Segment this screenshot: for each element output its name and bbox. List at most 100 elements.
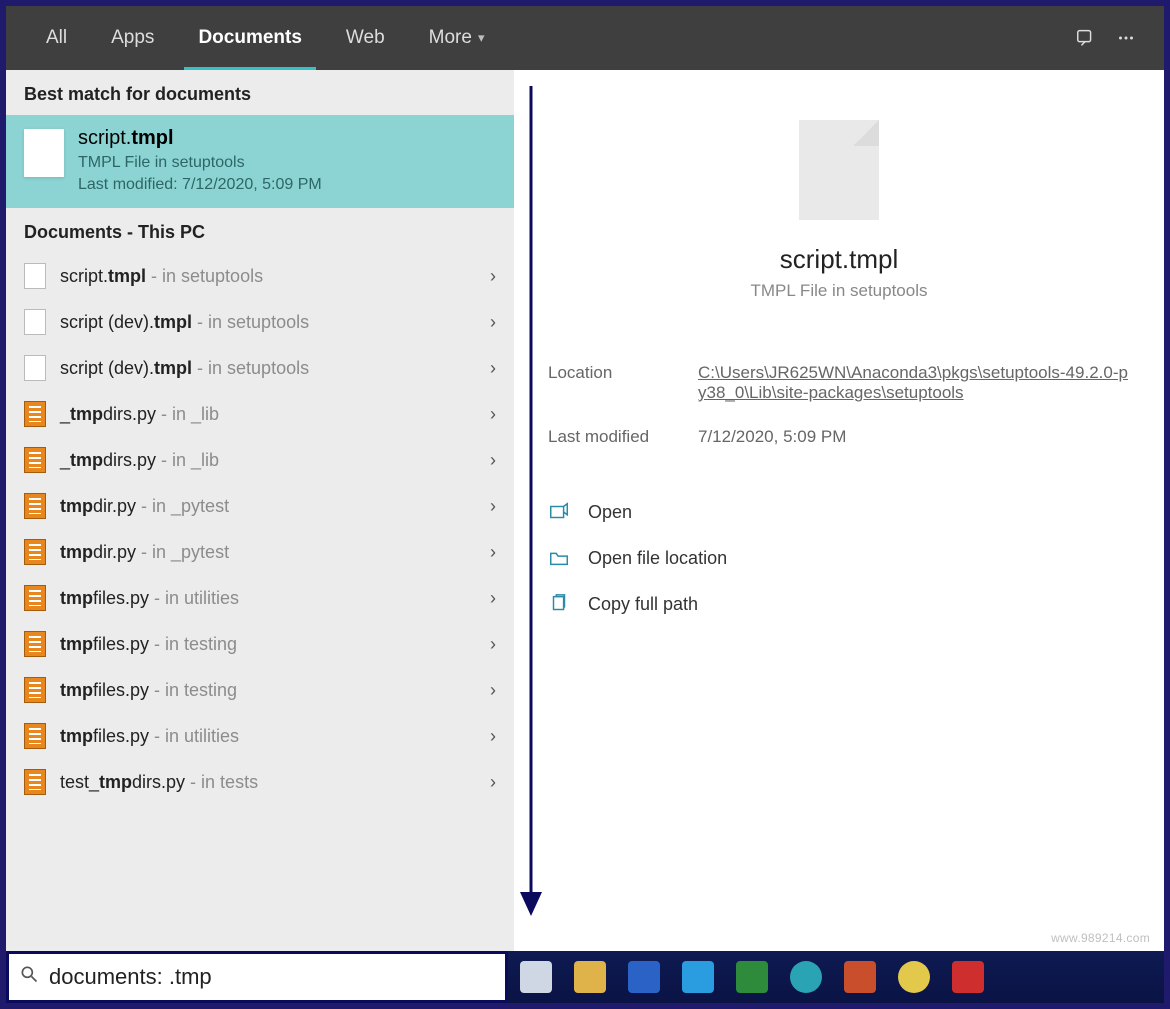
result-item[interactable]: test_tmpdirs.py - in tests ›: [6, 759, 514, 805]
more-options-icon[interactable]: [1106, 18, 1146, 58]
document-file-icon: [24, 263, 46, 289]
result-item[interactable]: tmpfiles.py - in testing ›: [6, 667, 514, 713]
action-copy-path-label: Copy full path: [588, 594, 698, 615]
action-open-label: Open: [588, 502, 632, 523]
powerpoint-icon[interactable]: [844, 961, 876, 993]
excel-icon[interactable]: [736, 961, 768, 993]
preview-file-icon: [799, 120, 879, 220]
tab-documents[interactable]: Documents: [176, 6, 323, 70]
result-text: script (dev).tmpl - in setuptools: [60, 312, 476, 333]
meta-location-value[interactable]: C:\Users\JR625WN\Anaconda3\pkgs\setuptoo…: [698, 363, 1130, 403]
copy-icon: [548, 593, 570, 615]
action-copy-path[interactable]: Copy full path: [548, 581, 1130, 627]
result-item[interactable]: script (dev).tmpl - in setuptools ›: [6, 299, 514, 345]
search-box[interactable]: [6, 951, 508, 1003]
result-filename: _tmpdirs.py: [60, 450, 156, 470]
result-filename: test_tmpdirs.py: [60, 772, 185, 792]
result-location: - in setuptools: [192, 312, 309, 332]
meta-modified: Last modified 7/12/2020, 5:09 PM: [548, 415, 1130, 459]
result-item[interactable]: _tmpdirs.py - in _lib›: [6, 437, 514, 483]
result-text: tmpfiles.py - in utilities: [60, 588, 476, 609]
tab-more[interactable]: More ▾: [407, 6, 507, 70]
result-filename: script (dev).tmpl: [60, 312, 192, 332]
result-location: - in setuptools: [192, 358, 309, 378]
result-item[interactable]: tmpfiles.py - in utilities ›: [6, 575, 514, 621]
action-open[interactable]: Open: [548, 489, 1130, 535]
chrome-icon[interactable]: [898, 961, 930, 993]
chevron-right-icon[interactable]: ›: [490, 634, 496, 655]
task-view-icon[interactable]: [520, 961, 552, 993]
chevron-right-icon[interactable]: ›: [490, 312, 496, 333]
python-file-icon: [24, 401, 46, 427]
result-location: - in _pytest: [136, 542, 229, 562]
chevron-right-icon[interactable]: ›: [490, 496, 496, 517]
feedback-icon[interactable]: [1066, 18, 1106, 58]
word-icon[interactable]: [628, 961, 660, 993]
chevron-right-icon[interactable]: ›: [490, 404, 496, 425]
best-match-header: Best match for documents: [6, 70, 514, 115]
tab-apps-label: Apps: [111, 27, 154, 49]
tab-web-label: Web: [346, 27, 385, 49]
result-location: - in tests: [185, 772, 258, 792]
result-item[interactable]: tmpfiles.py - in testing›: [6, 621, 514, 667]
meta-modified-value: 7/12/2020, 5:09 PM: [698, 427, 846, 447]
documents-pc-header: Documents - This PC: [6, 208, 514, 253]
search-results-pane: Best match for documents script.tmpl TMP…: [6, 70, 1164, 951]
chevron-right-icon[interactable]: ›: [490, 726, 496, 747]
tab-all[interactable]: All: [24, 6, 89, 70]
result-text: _tmpdirs.py - in _lib: [60, 404, 476, 425]
search-filter-tabs: All Apps Documents Web More ▾: [6, 6, 1164, 70]
result-item[interactable]: script.tmpl - in setuptools ›: [6, 253, 514, 299]
chevron-right-icon[interactable]: ›: [490, 358, 496, 379]
result-item[interactable]: tmpdir.py - in _pytest ›: [6, 529, 514, 575]
result-filename: tmpfiles.py: [60, 634, 149, 654]
result-text: script.tmpl - in setuptools: [60, 266, 476, 287]
result-location: - in _pytest: [136, 496, 229, 516]
best-match-modified: Last modified: 7/12/2020, 5:09 PM: [78, 176, 322, 194]
chevron-right-icon[interactable]: ›: [490, 266, 496, 287]
result-text: tmpfiles.py - in testing: [60, 680, 476, 701]
result-location: - in setuptools: [146, 266, 263, 286]
result-filename: _tmpdirs.py: [60, 404, 156, 424]
chevron-right-icon[interactable]: ›: [490, 680, 496, 701]
meta-location-label: Location: [548, 363, 698, 403]
result-text: tmpdir.py - in _pytest: [60, 542, 476, 563]
python-file-icon: [24, 723, 46, 749]
action-open-location[interactable]: Open file location: [548, 535, 1130, 581]
result-item[interactable]: tmpfiles.py - in utilities ›: [6, 713, 514, 759]
result-location: - in utilities: [149, 726, 239, 746]
result-item[interactable]: script (dev).tmpl - in setuptools ›: [6, 345, 514, 391]
chevron-right-icon[interactable]: ›: [490, 588, 496, 609]
result-item[interactable]: tmpdir.py - in _pytest ›: [6, 483, 514, 529]
result-text: script (dev).tmpl - in setuptools: [60, 358, 476, 379]
watermark: www.989214.com: [1051, 931, 1150, 945]
preview-subtitle: TMPL File in setuptools: [548, 281, 1130, 301]
pdf-icon[interactable]: [952, 961, 984, 993]
result-filename: tmpdir.py: [60, 496, 136, 516]
python-file-icon: [24, 585, 46, 611]
best-match-info: script.tmpl TMPL File in setuptools Last…: [78, 127, 322, 194]
edge-icon[interactable]: [790, 961, 822, 993]
result-item[interactable]: _tmpdirs.py - in _lib ›: [6, 391, 514, 437]
preview-actions: Open Open file location Copy full path: [548, 489, 1130, 627]
chevron-right-icon[interactable]: ›: [490, 542, 496, 563]
best-match-result[interactable]: script.tmpl TMPL File in setuptools Last…: [6, 115, 514, 208]
result-text: tmpdir.py - in _pytest: [60, 496, 476, 517]
tab-apps[interactable]: Apps: [89, 6, 176, 70]
meta-location: Location C:\Users\JR625WN\Anaconda3\pkgs…: [548, 351, 1130, 415]
python-file-icon: [24, 447, 46, 473]
result-text: tmpfiles.py - in utilities: [60, 726, 476, 747]
file-explorer-icon[interactable]: [574, 961, 606, 993]
result-filename: tmpfiles.py: [60, 680, 149, 700]
preview-title: script.tmpl: [548, 244, 1130, 275]
chevron-down-icon: ▾: [478, 30, 485, 46]
result-filename: tmpfiles.py: [60, 726, 149, 746]
chevron-right-icon[interactable]: ›: [490, 450, 496, 471]
search-input[interactable]: [49, 964, 495, 990]
tab-web[interactable]: Web: [324, 6, 407, 70]
ie-icon[interactable]: [682, 961, 714, 993]
results-list: Best match for documents script.tmpl TMP…: [6, 70, 514, 951]
chevron-right-icon[interactable]: ›: [490, 772, 496, 793]
open-icon: [548, 501, 570, 523]
meta-modified-label: Last modified: [548, 427, 698, 447]
